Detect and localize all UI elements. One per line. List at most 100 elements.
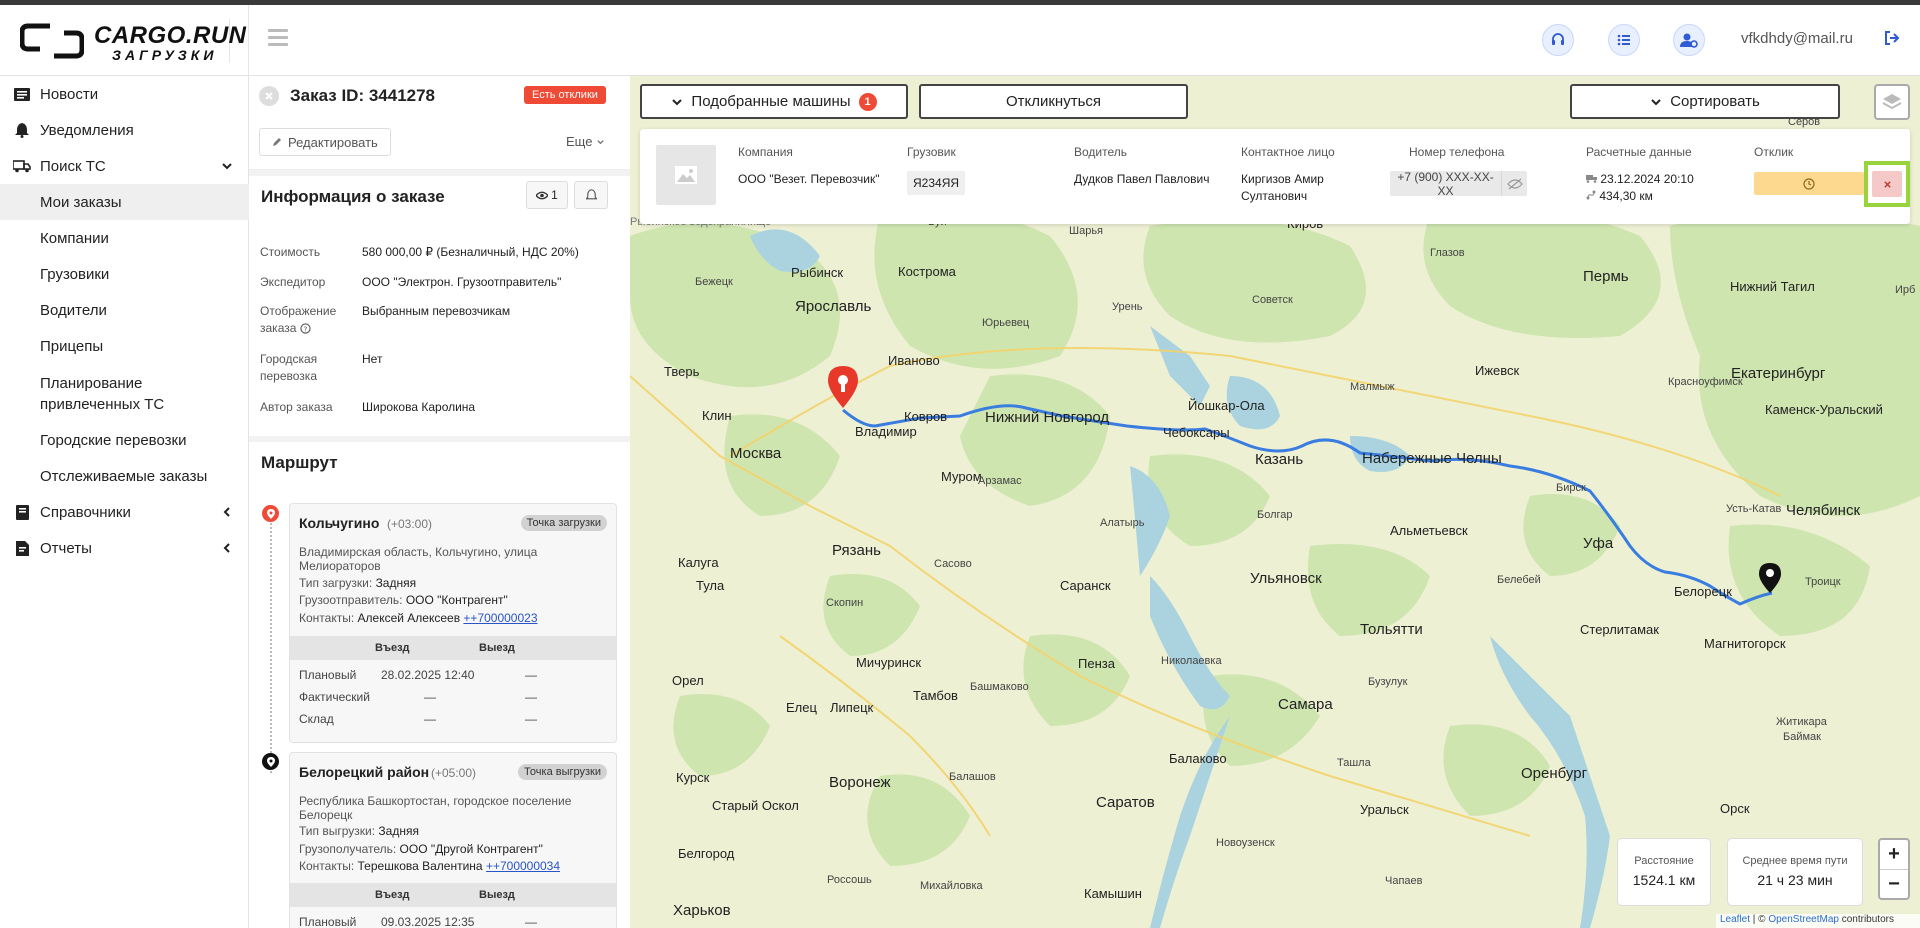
chevron-down-icon	[672, 98, 683, 105]
map-city-label: Ярославль	[795, 298, 872, 315]
user-email[interactable]: vfkdhdy@mail.ru	[1741, 30, 1853, 47]
edit-order-button[interactable]: Редактировать	[259, 128, 391, 156]
table-cell: —	[424, 712, 436, 726]
field-label: Стоимость	[260, 245, 321, 259]
truck-result-card[interactable]: Компания Грузовик Водитель Контактное ли…	[640, 129, 1910, 224]
map-city-label: Арзамас	[978, 475, 1022, 487]
sidebar-item-companies[interactable]: Компании	[0, 220, 249, 256]
map[interactable]: ЯрославльКостромаРыбинскБежецкБуйШарьяКи…	[630, 76, 1920, 928]
views-count: 1	[551, 188, 558, 202]
pickup-marker-icon[interactable]	[828, 366, 858, 412]
route-connector	[270, 523, 272, 773]
dropoff-marker-icon[interactable]	[1759, 563, 1781, 593]
matched-label: Подобранные машины	[691, 93, 851, 110]
table-row: Плановый	[299, 668, 357, 682]
sidebar-item-planning[interactable]: Планирование привлеченных ТС	[0, 365, 220, 423]
sidebar-item-tracked-orders[interactable]: Отслеживаемые заказы	[0, 458, 249, 494]
stop-party: Грузополучатель: ООО "Другой Контрагент"	[299, 842, 543, 856]
map-city-label: Камышин	[1084, 886, 1142, 901]
map-city-label: Рязань	[832, 542, 881, 559]
chevron-left-icon	[223, 507, 230, 517]
map-city-label: Орск	[1720, 801, 1750, 816]
map-city-label: Шарья	[1069, 225, 1104, 237]
driver-name: Дудков Павел Павлович	[1074, 172, 1210, 186]
book-icon	[15, 504, 29, 520]
respond-label: Откликнуться	[1005, 93, 1102, 110]
map-city-label: Пермь	[1583, 268, 1629, 285]
sidebar-item-trucks[interactable]: Грузовики	[0, 256, 249, 292]
map-city-label: Тольятти	[1360, 621, 1423, 638]
support-button[interactable]	[1542, 24, 1574, 56]
chevron-down-icon	[1651, 98, 1661, 105]
map-city-label: Сасово	[934, 558, 972, 570]
app-logo[interactable]: CARGO.RUN ЗАГРУЗКИ	[20, 19, 246, 63]
col-entry: Въезд	[375, 889, 410, 901]
zoom-control: + −	[1878, 838, 1910, 900]
stop-contacts: Контакты: Алексей Алексеев ++700000023	[299, 611, 538, 625]
map-city-label: Елец	[786, 700, 817, 715]
table-row: Плановый	[299, 915, 357, 928]
map-city-label: Юрьевец	[982, 317, 1030, 329]
help-icon[interactable]: ?	[300, 323, 311, 334]
phone-field: +7 (900) XXX-XX-XX	[1390, 170, 1527, 198]
image-icon	[675, 166, 697, 184]
logout-button[interactable]	[1884, 30, 1900, 51]
stop-load-type: Тип загрузки: Задняя	[299, 576, 417, 590]
route-stop-card: Белорецкий район (+05:00) Точка выгрузки…	[289, 752, 617, 928]
sort-dropdown[interactable]: Сортировать	[1570, 84, 1840, 119]
decline-response-button[interactable]	[1872, 171, 1902, 197]
sidebar-item-trailers[interactable]: Прицепы	[0, 328, 249, 364]
contact-phone-link[interactable]: ++700000023	[463, 611, 537, 625]
map-city-label: Набережные Челны	[1362, 450, 1502, 467]
map-city-label: Харьков	[673, 902, 731, 919]
sidebar-item-drivers[interactable]: Водители	[0, 292, 249, 328]
sidebar-item-reports[interactable]: Отчеты	[0, 530, 249, 566]
clock-icon	[1803, 177, 1815, 190]
company-name[interactable]: ООО "Везет. Перевозчик"	[738, 171, 879, 188]
tasks-button[interactable]	[1608, 24, 1640, 56]
field-value: ООО "Электрон. Грузоотправитель"	[362, 275, 562, 289]
map-city-label: Балашов	[949, 771, 996, 783]
profile-settings-button[interactable]	[1673, 24, 1705, 56]
duration-label: Среднее время пути	[1742, 855, 1848, 867]
sidebar-item-search-trucks[interactable]: Поиск ТС	[0, 148, 249, 184]
order-info-title: Информация о заказе	[261, 187, 445, 206]
field-value: Широкова Каролина	[362, 400, 476, 414]
order-panel: Заказ ID: 3441278 Есть отклики Редактиро…	[249, 76, 630, 928]
table-cell: —	[525, 690, 537, 704]
views-button[interactable]: 1	[526, 181, 568, 209]
map-city-label: Орел	[672, 673, 704, 688]
contact-phone-link[interactable]: ++700000034	[486, 859, 560, 873]
map-layers-button[interactable]	[1874, 84, 1910, 120]
map-city-label: Екатеринбург	[1731, 365, 1826, 382]
subscribe-button[interactable]	[574, 181, 608, 209]
leaflet-link[interactable]: Leaflet	[1720, 914, 1750, 925]
zoom-in-button[interactable]: +	[1880, 840, 1908, 869]
matched-trucks-dropdown[interactable]: Подобранные машины 1	[640, 84, 908, 119]
sidebar-item-news[interactable]: Новости	[0, 76, 249, 112]
map-city-label: Муром	[941, 469, 982, 484]
close-order-button[interactable]	[259, 86, 279, 106]
sidebar-item-label: Прицепы	[40, 337, 104, 355]
map-city-label: Ижевск	[1475, 363, 1520, 378]
sidebar-item-label: Новости	[40, 85, 99, 103]
sidebar-item-notifications[interactable]: Уведомления	[0, 112, 249, 148]
zoom-out-button[interactable]: −	[1880, 870, 1908, 899]
response-pending-button[interactable]	[1754, 172, 1864, 195]
sidebar-item-references[interactable]: Справочники	[0, 494, 249, 530]
duration-value: 21 ч 23 мин	[1757, 872, 1833, 888]
sidebar-item-my-orders[interactable]: Мои заказы	[0, 184, 249, 220]
show-phone-button[interactable]	[1501, 171, 1527, 196]
map-city-label: Оренбург	[1521, 765, 1588, 782]
more-actions-dropdown[interactable]: Еще	[566, 134, 605, 149]
menu-toggle-button[interactable]	[268, 29, 288, 47]
sort-label: Сортировать	[1670, 93, 1760, 110]
news-icon	[14, 87, 30, 101]
truck-plate[interactable]: Я234ЯЯ	[907, 171, 966, 195]
sidebar-item-city-transport[interactable]: Городские перевозки	[0, 422, 249, 458]
respond-button[interactable]: Откликнуться	[919, 84, 1188, 119]
osm-link[interactable]: OpenStreetMap	[1768, 914, 1839, 925]
route-stop-card: Кольчугино (+03:00) Точка загрузки Влади…	[289, 503, 617, 743]
calc-date: 23.12.2024 20:10	[1586, 171, 1694, 188]
map-city-label: Троицк	[1805, 576, 1841, 588]
